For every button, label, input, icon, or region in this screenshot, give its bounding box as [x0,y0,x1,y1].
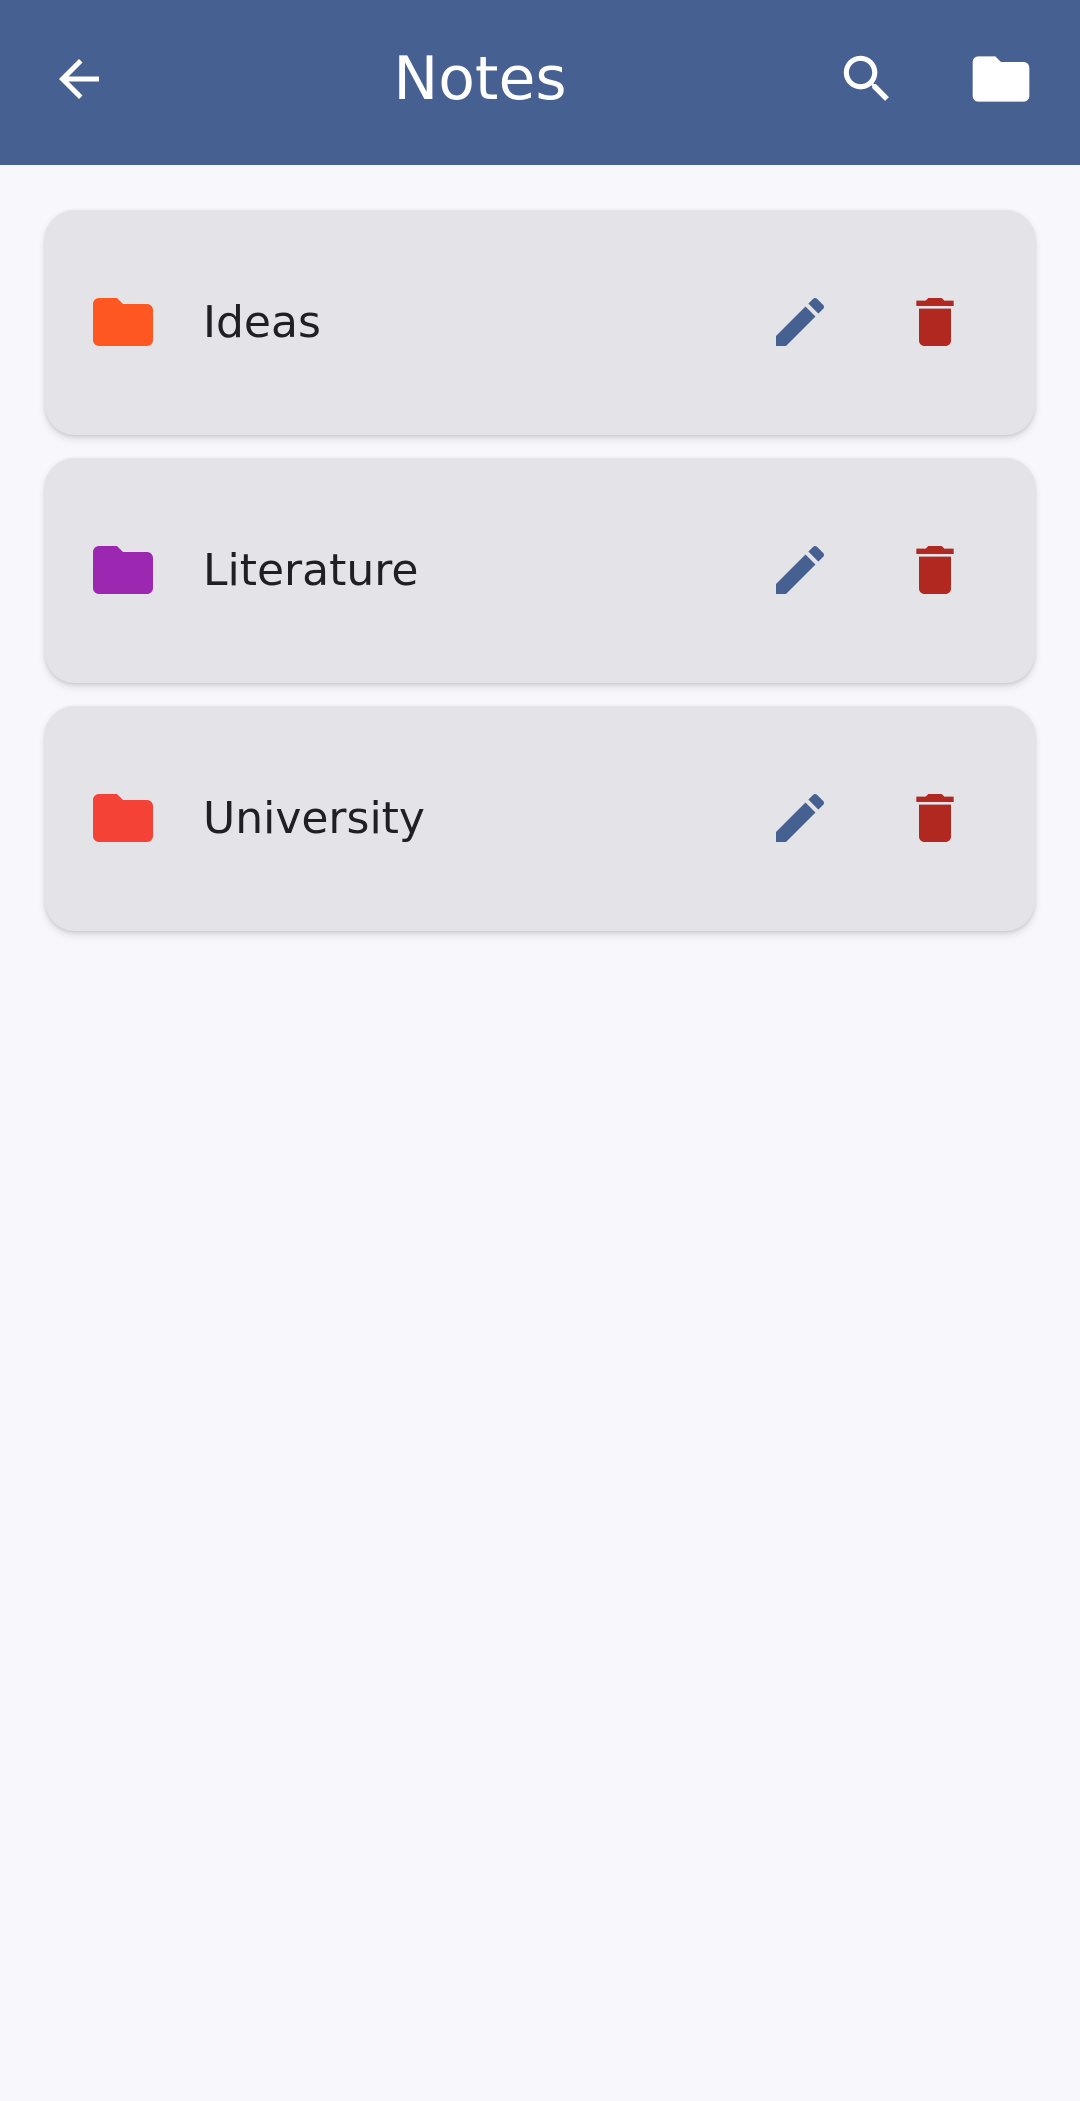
pencil-icon [776,297,825,346]
folder-icon [93,298,153,346]
pencil-icon [776,793,825,842]
edit-button[interactable] [755,277,845,367]
folder-card-literature[interactable]: Literature [45,458,1035,683]
pencil-icon [776,545,825,594]
search-button[interactable] [822,34,912,124]
folder-name: Literature [203,545,419,596]
delete-button[interactable] [890,773,980,863]
top-app-bar: Notes [0,0,1080,165]
folder-card-ideas[interactable]: Ideas [45,210,1035,435]
trash-icon [916,546,954,594]
delete-button[interactable] [890,525,980,615]
folder-list: Ideas Literature University [45,210,1035,954]
edit-button[interactable] [755,525,845,615]
folder-name: University [203,793,425,844]
trash-icon [916,794,954,842]
trash-icon [916,298,954,346]
folder-icon [93,794,153,842]
folder-name: Ideas [203,297,321,348]
edit-button[interactable] [755,773,845,863]
delete-button[interactable] [890,277,980,367]
search-icon [843,55,889,101]
folder-icon [93,546,153,594]
folder-card-university[interactable]: University [45,706,1035,931]
folder-icon [972,56,1030,102]
new-folder-button[interactable] [956,34,1046,124]
page-title: Notes [393,44,567,114]
